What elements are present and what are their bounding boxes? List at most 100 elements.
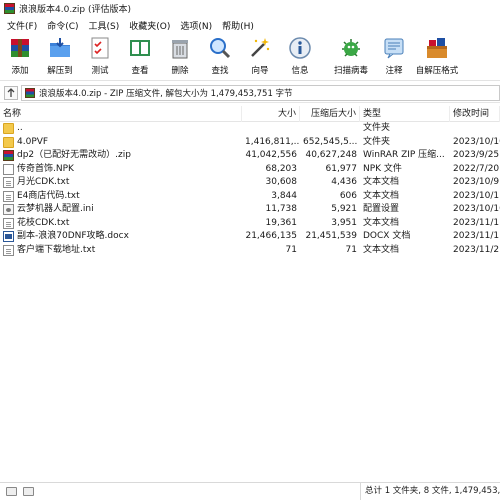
folder-icon (3, 123, 14, 135)
file-packed-size: 4,436 (331, 177, 357, 187)
menu-tools[interactable]: 工具(S) (84, 19, 125, 32)
file-size: 30,608 (265, 177, 298, 187)
file-row[interactable]: .. 文件夹 (0, 122, 500, 136)
column-name[interactable]: 名称 (0, 105, 242, 122)
view-button[interactable]: 查看 (120, 33, 160, 81)
file-row[interactable]: 4.0PVF 1,416,811,... 652,545,5... 文件夹 20… (0, 136, 500, 150)
file-modified: 2023/9/25 (453, 150, 500, 160)
file-type: NPK 文件 (363, 163, 402, 174)
column-packed-size[interactable]: 压缩后大小 (300, 105, 360, 122)
file-name: E4商店代码.txt (17, 190, 80, 201)
file-modified: 2023/11/21 (453, 244, 500, 255)
file-size: 1,416,811,... (245, 136, 300, 147)
menu-help[interactable]: 帮助(H) (217, 19, 259, 32)
file-size: 11,738 (265, 204, 298, 214)
file-row[interactable]: 花枝CDK.txt 19,361 3,951 文本文档 2023/11/1 (0, 217, 500, 231)
test-button[interactable]: 测试 (80, 33, 120, 81)
file-name: 副本-浪浪70DNF攻略.docx (17, 231, 129, 241)
file-name: 云梦机器人配置.ini (17, 204, 94, 214)
file-row[interactable]: 云梦机器人配置.ini 11,738 5,921 配置设置 2023/10/16 (0, 203, 500, 217)
file-name: 月光CDK.txt (17, 177, 70, 187)
menu-favorites[interactable]: 收藏夹(O) (124, 19, 175, 32)
drive-icon (23, 487, 34, 496)
info-icon (288, 36, 312, 60)
file-type: 配置设置 (363, 204, 400, 214)
up-folder-button[interactable] (4, 85, 18, 100)
file-name: 4.0PVF (17, 136, 49, 147)
file-row[interactable]: 月光CDK.txt 30,608 4,436 文本文档 2023/10/9 (0, 176, 500, 190)
archive-icon (25, 87, 35, 98)
wizard-icon (248, 36, 272, 60)
file-size (242, 122, 300, 136)
file-name: 花枝CDK.txt (17, 217, 70, 228)
menu-commands[interactable]: 命令(C) (42, 19, 83, 32)
column-header: 名称 大小 压缩后大小 类型 修改时间 (0, 105, 500, 122)
test-icon (88, 36, 112, 60)
info-button[interactable]: 信息 (280, 33, 320, 81)
text-file-icon (3, 244, 14, 256)
file-packed-size: 21,451,539 (305, 231, 357, 241)
status-bar: 总计 1 文件夹, 8 文件, 1,479,453,7 (0, 482, 500, 500)
file-type: 文本文档 (363, 190, 400, 201)
delete-button[interactable]: 删除 (160, 33, 200, 81)
sfx-button[interactable]: 自解压格式 (414, 33, 460, 81)
virus-scan-button[interactable]: 扫描病毒 (328, 33, 374, 81)
file-packed-size (300, 122, 360, 136)
file-packed-size: 71 (345, 244, 357, 255)
file-modified (450, 122, 500, 136)
arrow-up-icon (7, 87, 15, 97)
column-type[interactable]: 类型 (360, 105, 450, 122)
file-type: DOCX 文档 (363, 231, 411, 241)
file-icon (3, 163, 14, 175)
file-type: 文本文档 (363, 244, 400, 255)
address-path: 浪浪版本4.0.zip - ZIP 压缩文件, 解包大小为 1,479,453,… (39, 88, 293, 99)
file-size: 3,844 (271, 190, 297, 201)
drive-icon (6, 487, 17, 496)
find-button[interactable]: 查找 (200, 33, 240, 81)
wizard-button[interactable]: 向导 (240, 33, 280, 81)
comment-button[interactable]: 注释 (374, 33, 414, 81)
address-field[interactable]: 浪浪版本4.0.zip - ZIP 压缩文件, 解包大小为 1,479,453,… (21, 84, 500, 101)
text-file-icon (3, 190, 14, 202)
delete-icon (168, 36, 192, 60)
view-icon (128, 36, 152, 60)
menu-options[interactable]: 选项(N) (175, 19, 217, 32)
folder-icon (3, 136, 14, 148)
menu-file[interactable]: 文件(F) (2, 19, 42, 32)
file-packed-size: 5,921 (331, 204, 357, 214)
file-row[interactable]: 客户端下载地址.txt 71 71 文本文档 2023/11/21 (0, 244, 500, 258)
file-packed-size: 606 (339, 190, 357, 201)
file-list: .. 文件夹 4.0PVF 1,416,811,... 652,545,5...… (0, 122, 500, 257)
toolbar: 添加 解压到 测试 查看 删除 查找 向导 信息 扫描病毒 注释 自解压格式 (0, 33, 500, 81)
extract-to-button[interactable]: 解压到 (40, 33, 80, 81)
find-icon (208, 36, 232, 60)
file-type: 文本文档 (363, 177, 400, 187)
file-type: 文本文档 (363, 217, 400, 228)
text-file-icon (3, 217, 14, 229)
winrar-app-icon (4, 3, 15, 14)
file-row[interactable]: 副本-浪浪70DNF攻略.docx 21,466,135 21,451,539 … (0, 230, 500, 244)
virus-scan-icon (339, 36, 363, 60)
column-modified[interactable]: 修改时间 (450, 105, 500, 122)
comment-icon (382, 36, 406, 60)
word-document-icon (3, 231, 14, 243)
file-packed-size: 652,545,5... (303, 136, 358, 147)
file-name: 传奇首饰.NPK (17, 163, 74, 174)
add-button[interactable]: 添加 (0, 33, 40, 81)
file-row[interactable]: dp2（已配好无需改动）.zip 41,042,556 40,627,248 W… (0, 149, 500, 163)
file-size: 21,466,135 (245, 231, 297, 241)
file-modified: 2023/10/9 (453, 177, 500, 187)
file-row[interactable]: E4商店代码.txt 3,844 606 文本文档 2023/10/11 (0, 190, 500, 204)
file-row[interactable]: 传奇首饰.NPK 68,203 61,977 NPK 文件 2022/7/20 (0, 163, 500, 177)
menu-bar: 文件(F) 命令(C) 工具(S) 收藏夹(O) 选项(N) 帮助(H) (0, 17, 500, 33)
file-modified: 2023/10/16 (453, 136, 500, 147)
text-file-icon (3, 177, 14, 189)
file-type: WinRAR ZIP 压缩... (363, 150, 445, 160)
file-packed-size: 61,977 (325, 163, 358, 174)
file-type: 文件夹 (363, 136, 391, 147)
file-size: 41,042,556 (245, 150, 297, 160)
file-name: 客户端下载地址.txt (17, 244, 96, 255)
file-modified: 2023/10/16 (453, 204, 500, 214)
column-size[interactable]: 大小 (242, 105, 300, 122)
file-packed-size: 40,627,248 (305, 150, 357, 160)
